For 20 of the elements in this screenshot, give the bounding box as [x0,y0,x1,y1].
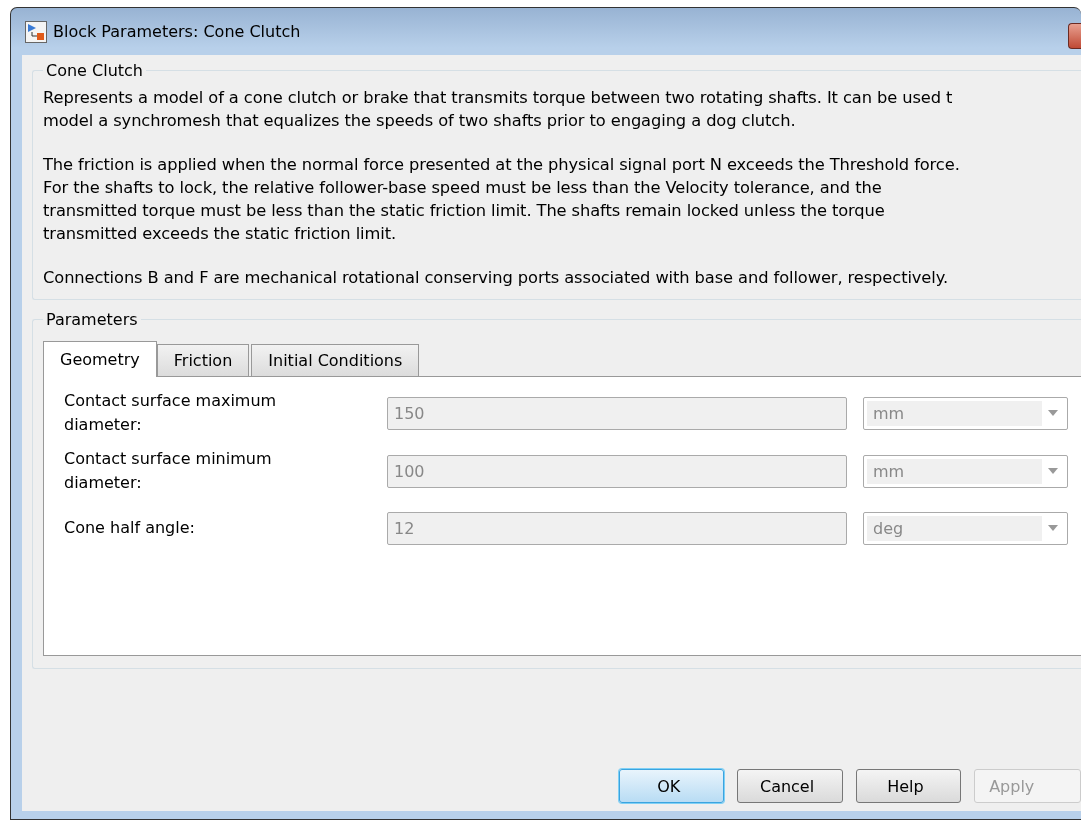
dialog-button[interactable]: Help [855,769,962,803]
block-diagram-icon [25,20,47,43]
parameter-label: Contact surface maximum diameter: [64,390,278,436]
dropdown-arrow-icon [1048,525,1058,531]
dialog-button[interactable]: Cancel [737,769,843,803]
close-button[interactable] [1068,23,1081,49]
tab[interactable]: Friction [156,344,250,377]
description-paragraph: Connections B and F are mechanical rotational conserving ports associated with base and follower, respectively. [43,267,949,289]
description-paragraph: The friction is applied when the normal force presented at the physical signal port N exceeds the Threshold force. For the shafts to lock, the relative follower-base speed must be less than the Velocity tolerance, and the transmitted torque must be less than the static friction limit. The shafts remain locked unless the torque transmitted exceeds the static friction limit. [43,154,961,245]
group-title: Parameters [45,310,139,329]
group-title: Cone Clutch [45,61,144,80]
tab[interactable]: Geometry [43,341,157,377]
parameter-label: Cone half angle: [64,517,196,539]
dropdown-arrow-icon [1048,468,1058,474]
description-paragraph: Represents a model of a cone clutch or brake that transmits torque between two rotating shafts. It can be used t model a synchromesh that equalizes the speeds of two shafts prior to engaging a dog clutch. [43,87,954,132]
window-title: Block Parameters: Cone Clutch [53,22,301,41]
dialog-button[interactable]: OK [619,769,725,803]
dropdown-arrow-icon [1048,410,1058,416]
parameter-label: Contact surface minimum diameter: [64,448,273,494]
tab[interactable]: Initial Conditions [251,344,420,377]
